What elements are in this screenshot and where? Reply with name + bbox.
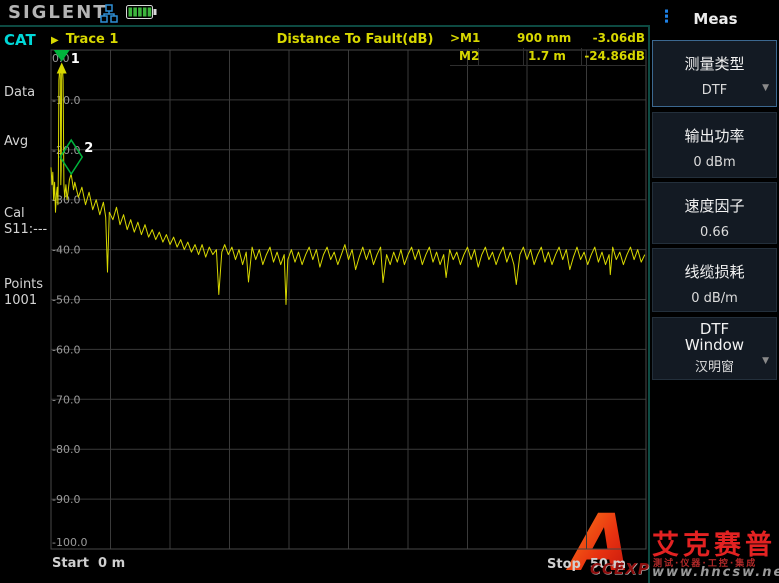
menu-item-label: DTF Window xyxy=(679,321,751,353)
sidebar-item-data: Data xyxy=(4,85,35,100)
y-tick-label: -10.0 xyxy=(52,94,80,107)
watermark-logo-text: CCEXP xyxy=(590,560,650,578)
marker2-diamond-icon xyxy=(60,140,82,174)
menu-item-velocity-factor[interactable]: 速度因子 0.66 xyxy=(652,182,777,244)
trace-arrow-icon: ▶ xyxy=(51,35,59,46)
marker1-id: >M1 xyxy=(450,31,480,45)
menu-item-cable-loss[interactable]: 线缆损耗 0 dB/m xyxy=(652,248,777,312)
siglent-logo: SIGLENT xyxy=(8,2,108,23)
measurement-title: Distance To Fault(dB) xyxy=(255,32,455,47)
y-tick-label: -100.0 xyxy=(52,536,87,549)
x-axis-start-label: Start 0 m xyxy=(52,556,125,571)
y-tick-label: -20.0 xyxy=(52,144,80,157)
svg-text:2: 2 xyxy=(84,141,93,156)
topbar-separator xyxy=(0,25,650,27)
marker1-distance: 900 mm xyxy=(517,31,571,45)
y-tick-label: -70.0 xyxy=(52,393,80,406)
sidebar-item-s11: S11:--- xyxy=(4,222,47,237)
watermark-url: www.hncsw.net xyxy=(652,565,779,580)
y-tick-label: -30.0 xyxy=(52,194,80,207)
menu-item-value: 0.66 xyxy=(653,225,776,240)
marker2-value: -24.86dB xyxy=(583,49,645,63)
marker2-id: M2 xyxy=(459,49,479,63)
battery-icon xyxy=(126,5,158,20)
sidebar-item-points: Points xyxy=(4,277,43,292)
marker1-arrow-icon xyxy=(57,63,67,74)
y-tick-label: -50.0 xyxy=(52,294,80,307)
y-tick-label: -40.0 xyxy=(52,244,80,257)
menu-item-label: 速度因子 xyxy=(653,195,776,216)
instrument-screen: SIGLENT CAT ▶ Trace 1 Distance To Fault(d… xyxy=(0,0,779,583)
lan-network-icon xyxy=(100,4,118,23)
mode-badge: CAT xyxy=(4,31,36,49)
marker-table-divider xyxy=(581,48,582,65)
sidebar-points-value: 1001 xyxy=(4,293,37,308)
menu-item-dtf-window[interactable]: DTF Window 汉明窗 ▼ xyxy=(652,317,777,380)
marker-table-divider xyxy=(523,48,524,65)
sidebar-item-avg: Avg xyxy=(4,134,28,149)
menu-item-value: 0 dBm xyxy=(653,155,776,170)
marker-table-divider xyxy=(450,65,646,66)
chevron-down-icon: ▼ xyxy=(762,356,769,366)
menu-item-label: 测量类型 xyxy=(653,53,776,74)
menu-title: Meas xyxy=(652,10,779,28)
y-tick-label: -60.0 xyxy=(52,343,80,356)
marker1-triangle-icon xyxy=(54,50,70,62)
menu-item-value: DTF xyxy=(653,83,776,98)
menu-item-label: 输出功率 xyxy=(653,125,776,146)
menu-item-measure-type[interactable]: 测量类型 DTF ▼ xyxy=(652,40,777,107)
marker1-value: -3.06dB xyxy=(583,31,645,45)
y-tick-label: -80.0 xyxy=(52,443,80,456)
chevron-down-icon: ▼ xyxy=(762,83,769,93)
menu-header: ⋮ Meas xyxy=(652,0,779,38)
marker2-distance: 1.7 m xyxy=(528,49,566,63)
menu-item-output-power[interactable]: 输出功率 0 dBm xyxy=(652,112,777,178)
svg-text:1: 1 xyxy=(71,52,80,67)
menu-item-value: 汉明窗 xyxy=(653,356,776,375)
y-tick-label: 0.0 xyxy=(52,52,70,65)
y-tick-label: -90.0 xyxy=(52,493,80,506)
menu-item-label: 线缆损耗 xyxy=(653,261,776,282)
trace-label: Trace 1 xyxy=(66,32,119,47)
sidebar-item-cal: Cal xyxy=(4,206,25,221)
trace-selector[interactable]: ▶ Trace 1 xyxy=(51,32,118,47)
menu-item-value: 0 dB/m xyxy=(653,291,776,306)
